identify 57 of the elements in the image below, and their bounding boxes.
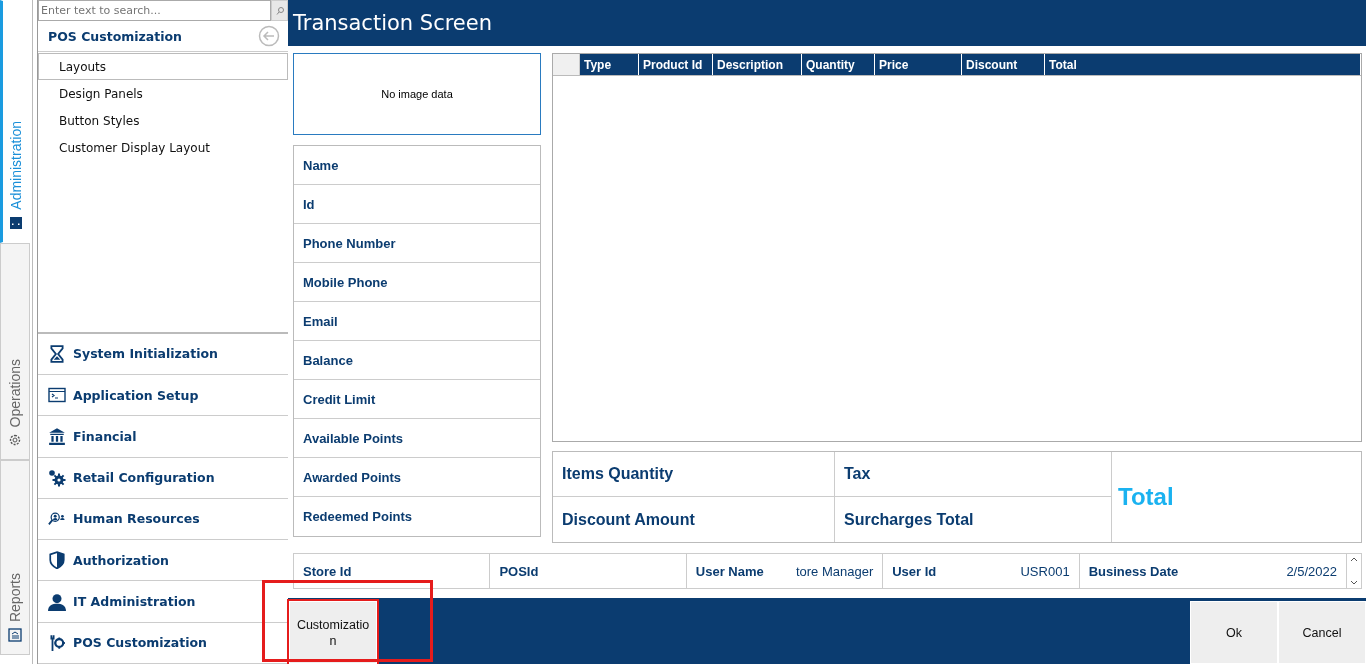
total-label: Total <box>1117 482 1175 512</box>
status-label: Store Id <box>303 563 352 579</box>
scroll-down-icon[interactable] <box>1350 580 1358 586</box>
search-button[interactable] <box>271 0 288 21</box>
sidebar-title: POS Customization <box>48 28 182 44</box>
person-icon <box>48 592 66 611</box>
status-label: POSId <box>499 563 539 579</box>
window-title: Transaction Screen <box>288 0 1366 48</box>
back-button[interactable] <box>258 25 280 47</box>
summary-label: Items Quantity <box>553 452 835 497</box>
hourglass-icon <box>48 344 66 363</box>
gear-icon <box>8 433 22 447</box>
status-value: tore Manager <box>794 563 874 579</box>
scroll-up-icon[interactable] <box>1350 556 1358 562</box>
customer-field-label: Email <box>294 302 540 341</box>
column-header[interactable]: Product Id <box>639 54 713 75</box>
summary-label: Surcharges Total <box>835 497 1112 542</box>
customer-field-label: Id <box>294 185 540 224</box>
customer-field-label: Mobile Phone <box>294 263 540 302</box>
customer-field-label: Redeemed Points <box>302 508 414 526</box>
action-button[interactable]: Cancel <box>1278 601 1366 664</box>
column-header[interactable]: Discount <box>962 54 1045 75</box>
report-icon <box>8 628 22 642</box>
summary-label: Tax <box>835 452 1112 497</box>
row-header-corner <box>553 54 580 75</box>
summary-label: Discount Amount <box>553 497 835 542</box>
column-header[interactable]: Price <box>875 54 962 75</box>
action-button[interactable]: Ok <box>1190 601 1278 664</box>
bank-icon <box>48 427 66 446</box>
status-value: 2/5/2022 <box>1285 563 1337 579</box>
action-button[interactable]: Customization <box>289 601 377 664</box>
search-field[interactable]: Enter text to search... <box>38 0 271 21</box>
customer-field-label: Available Points <box>294 419 540 458</box>
column-header[interactable]: Type <box>580 54 639 75</box>
terminal-icon <box>48 386 66 405</box>
sidebar-item[interactable]: Layouts <box>38 53 288 80</box>
status-label: Business Date <box>1088 563 1179 579</box>
column-header[interactable]: Quantity <box>802 54 875 75</box>
gears-icon <box>48 468 66 487</box>
status-value: USR001 <box>1019 563 1070 579</box>
status-label: User Name <box>695 563 764 579</box>
shield-icon <box>48 551 66 570</box>
scrollbar[interactable] <box>1346 553 1362 589</box>
search-icon <box>274 5 285 16</box>
customer-field-label: Awarded Points <box>294 458 540 497</box>
customer-field-label: Credit Limit <box>294 380 540 419</box>
status-label: User Id <box>892 563 937 579</box>
customer-field-label: Name <box>294 146 540 185</box>
column-header[interactable]: Description <box>713 54 802 75</box>
column-header[interactable]: Total <box>1045 54 1361 75</box>
customer-field-label: Phone Number <box>294 224 540 263</box>
toolbox-icon <box>9 216 23 230</box>
wrench-gear-icon <box>48 633 66 652</box>
side-tab[interactable]: Operations <box>0 243 30 460</box>
customer-field-label: Balance <box>294 341 540 380</box>
image-field[interactable]: No image data <box>293 53 541 135</box>
side-tab[interactable]: Reports <box>0 460 30 655</box>
